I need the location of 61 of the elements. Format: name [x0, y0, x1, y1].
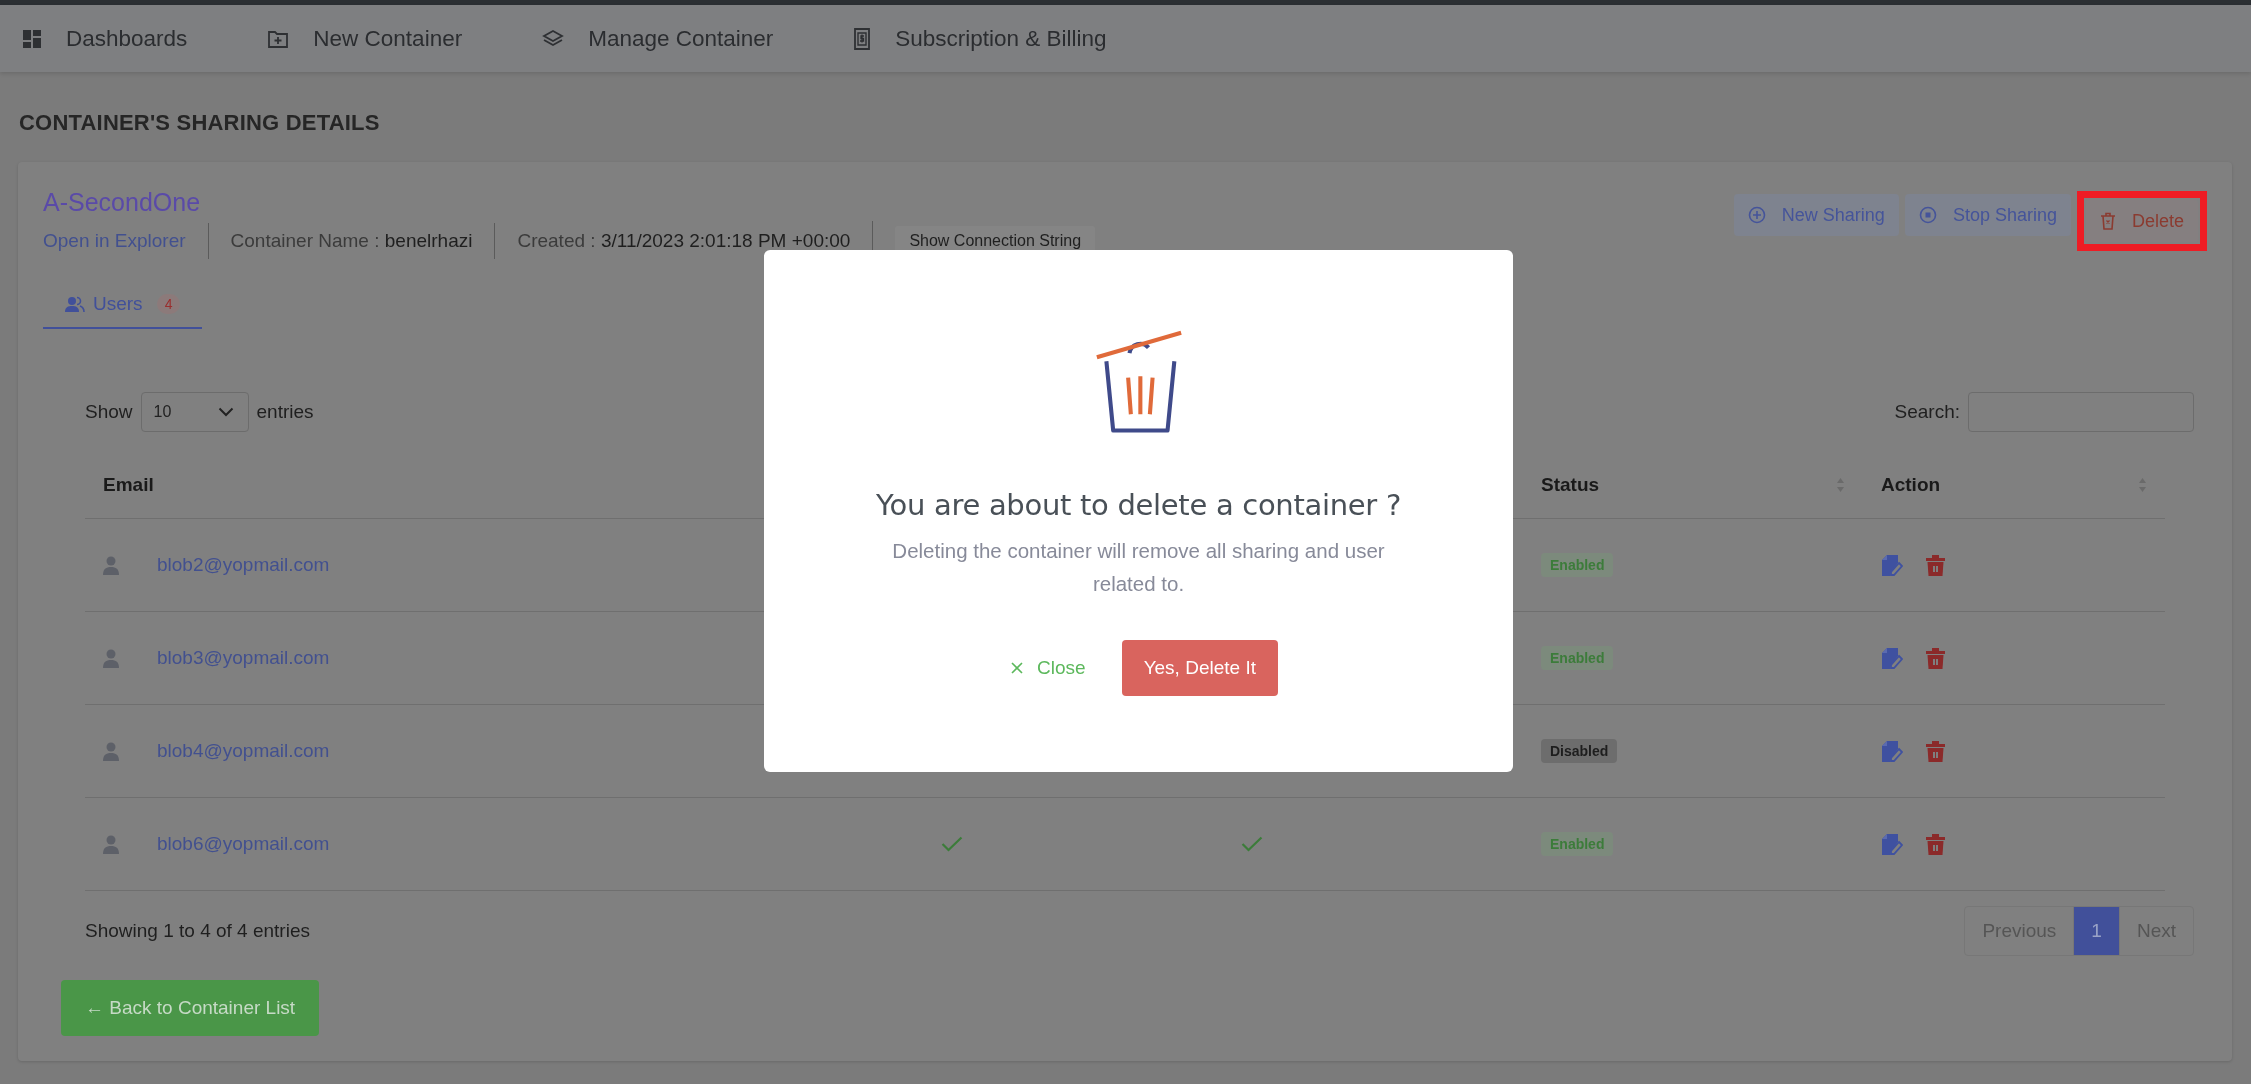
trash-icon[interactable] [1925, 832, 1946, 856]
open-explorer-link[interactable]: Open in Explorer [43, 230, 186, 251]
column-header[interactable]: Status [1541, 474, 1600, 496]
edit-icon[interactable] [1881, 832, 1903, 856]
users-icon [65, 295, 85, 313]
users-tab[interactable]: Users 4 [43, 283, 203, 329]
dollar-receipt-icon [853, 27, 872, 50]
created-value: 3/11/2023 2:01:18 PM +00:00 [600, 230, 851, 251]
status-badge: Disabled [1541, 739, 1618, 763]
column-header[interactable]: Action [1881, 474, 1941, 496]
status-badge: Enabled [1541, 832, 1614, 856]
stop-sharing-button[interactable]: Stop Sharing [1904, 194, 2071, 236]
delete-button[interactable]: Delete [2085, 200, 2198, 242]
trash-icon[interactable] [1925, 553, 1946, 577]
nav-item[interactable]: Dashboards [22, 25, 188, 52]
status-badge: Enabled [1541, 646, 1614, 670]
entries-select[interactable]: 10 [140, 392, 249, 432]
nav-item[interactable]: New Container [267, 25, 463, 52]
show-label: Show [85, 401, 133, 423]
dialog-message: Deleting the container will remove all sharing and user related to. [891, 538, 1386, 597]
dialog-title: You are about to delete a container ? [875, 488, 1401, 522]
trash-icon [2099, 212, 2116, 230]
entries-label: entries [256, 401, 314, 423]
close-icon [1011, 662, 1024, 674]
page-button[interactable]: 1 [2073, 907, 2119, 955]
email-link[interactable]: blob2@yopmail.com [157, 554, 330, 576]
grid-icon [22, 28, 42, 49]
edit-icon[interactable] [1881, 739, 1903, 763]
container-name-value: benelrhazi [384, 230, 473, 251]
status-badge: Enabled [1541, 553, 1614, 577]
created-label: Created : [517, 230, 596, 251]
table-info: Showing 1 to 4 of 4 entries [85, 920, 310, 942]
plus-circle-icon [1747, 206, 1766, 224]
nav-item[interactable]: Manage Container [542, 25, 774, 52]
column-header: Email [103, 474, 154, 496]
edit-icon[interactable] [1881, 646, 1903, 670]
container-name-label: Container Name : [230, 230, 380, 251]
layers-icon [542, 28, 565, 49]
trash-icon[interactable] [1925, 646, 1946, 670]
count-badge: 4 [156, 294, 181, 314]
search-label: Search: [1894, 401, 1960, 423]
check-icon [1241, 836, 1263, 852]
folder-plus-icon [267, 28, 290, 49]
confirm-delete-button[interactable]: Yes, Delete It [1121, 640, 1278, 696]
user-icon [103, 555, 119, 575]
stop-circle-icon [1918, 206, 1937, 224]
edit-icon[interactable] [1881, 553, 1903, 577]
new-sharing-button[interactable]: New Sharing [1733, 194, 1899, 236]
close-button[interactable]: Close [999, 647, 1098, 689]
user-icon [103, 741, 119, 761]
chevron-down-icon [217, 407, 234, 417]
trash-icon[interactable] [1925, 739, 1946, 763]
email-link[interactable]: blob6@yopmail.com [157, 833, 330, 855]
user-icon [103, 834, 119, 854]
user-icon [103, 648, 119, 668]
email-link[interactable]: blob4@yopmail.com [157, 740, 330, 762]
email-link[interactable]: blob3@yopmail.com [157, 647, 330, 669]
back-button[interactable]: ← Back to Container List [61, 980, 320, 1036]
check-icon [941, 836, 963, 852]
nav-item[interactable]: Subscription & Billing [853, 25, 1107, 52]
page-title: CONTAINER'S SHARING DETAILS [18, 109, 381, 137]
